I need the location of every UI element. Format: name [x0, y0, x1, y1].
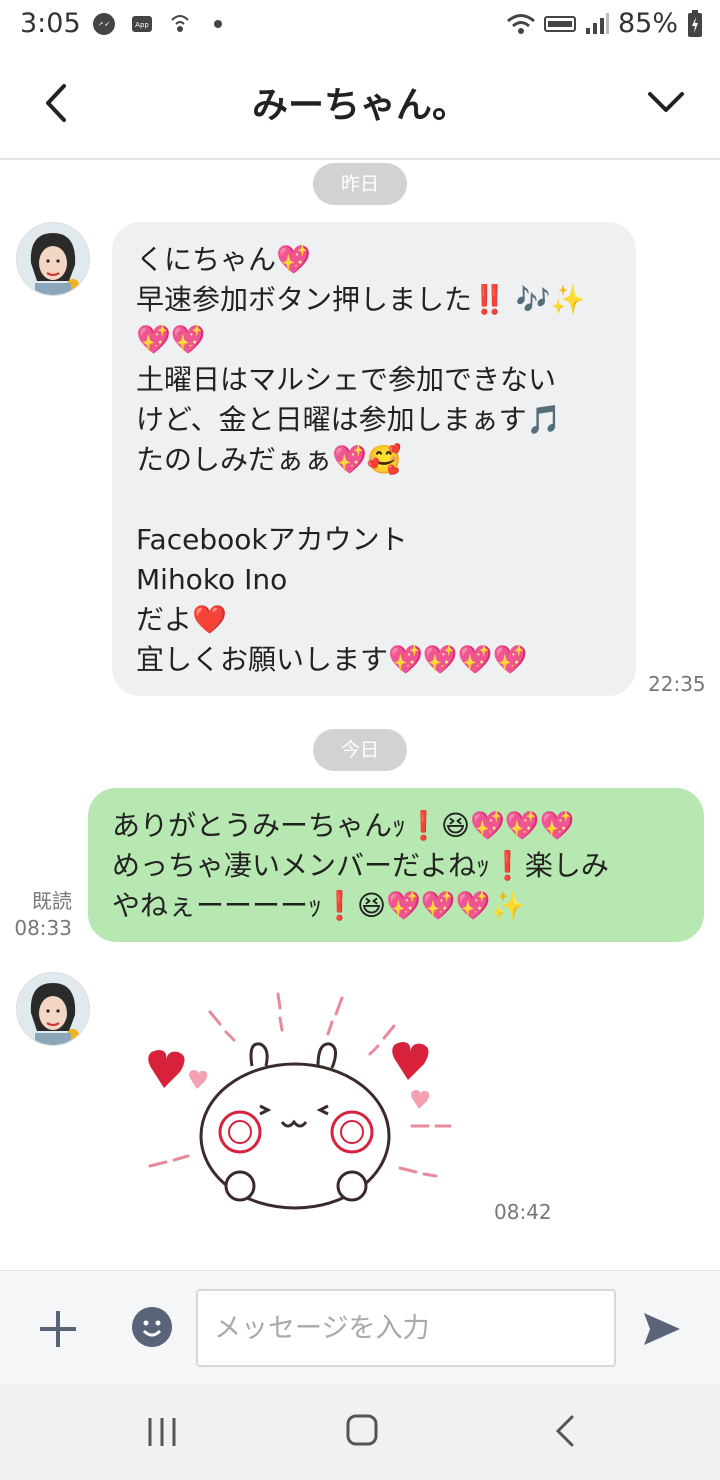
messenger-icon [93, 13, 115, 35]
wifi-calling-icon [171, 15, 189, 32]
message-line: くにちゃん💖 [136, 243, 311, 276]
incoming-message-bubble[interactable]: くにちゃん💖 早速参加ボタン押しました‼️ 🎶✨ 💖💖 土曜日はマルシェで参加で… [112, 222, 636, 696]
message-timestamp: 22:35 [648, 672, 706, 696]
send-icon[interactable] [640, 1307, 684, 1351]
nav-back-icon[interactable] [552, 1414, 578, 1448]
status-bar: 3:05 App 85% [0, 0, 720, 52]
system-nav-bar [0, 1384, 720, 1480]
message-line: やねぇーーーーｯ❗😆💖💖💖✨ [112, 889, 526, 922]
app-notification-icon: App [132, 16, 152, 32]
message-line: めっちゃ凄いメンバーだよねｯ❗楽しみ [112, 849, 609, 882]
message-line: Mihoko Ino [136, 563, 288, 596]
read-label: 既読 [32, 889, 72, 913]
message-timestamp: 08:42 [494, 1200, 552, 1224]
emoji-icon[interactable] [132, 1307, 172, 1347]
rabbit-sticker[interactable] [130, 986, 470, 1216]
chevron-down-icon[interactable] [644, 82, 688, 122]
battery-percent: 85% [617, 8, 678, 39]
wifi-icon [507, 13, 535, 34]
avatar[interactable] [16, 222, 90, 296]
read-receipt: 既読 08:33 [14, 888, 72, 942]
message-line: 宜しくお願いします💖💖💖💖 [136, 643, 528, 676]
message-line: 早速参加ボタン押しました‼️ 🎶✨ [136, 283, 586, 316]
status-time: 3:05 [20, 8, 81, 39]
volte-icon [543, 15, 576, 32]
message-line: ありがとうみーちゃんｯ❗😆💖💖💖 [112, 809, 575, 842]
date-separator-yesterday: 昨日 [313, 163, 407, 205]
home-icon[interactable] [346, 1414, 378, 1446]
plus-icon[interactable] [36, 1307, 80, 1351]
outgoing-message-bubble[interactable]: ありがとうみーちゃんｯ❗😆💖💖💖 めっちゃ凄いメンバーだよねｯ❗楽しみ やねぇー… [88, 788, 704, 942]
svg-text:App: App [135, 21, 149, 29]
dot-icon [214, 20, 222, 28]
message-input[interactable] [196, 1289, 616, 1367]
chat-header: みーちゃん。 [0, 52, 720, 160]
recent-apps-icon[interactable] [146, 1416, 178, 1448]
message-line-blank [136, 480, 612, 520]
message-line: 💖💖 [136, 323, 206, 356]
avatar-portrait-icon [17, 223, 89, 295]
avatar[interactable] [16, 972, 90, 1046]
chat-title: みーちゃん。 [251, 85, 468, 126]
battery-icon [688, 9, 702, 37]
avatar-portrait-icon [17, 973, 89, 1045]
signal-icon [585, 12, 609, 34]
message-line: 土曜日はマルシェで参加できない [136, 363, 557, 396]
message-line: だよ❤️ [136, 603, 227, 636]
message-input-bar [0, 1270, 720, 1385]
message-line: けど、金と日曜は参加しまぁす🎵 [136, 403, 562, 436]
message-line: たのしみだぁぁ💖🥰 [136, 443, 402, 476]
message-timestamp: 08:33 [14, 916, 72, 940]
date-separator-today: 今日 [313, 729, 407, 771]
message-line: Facebookアカウント [136, 523, 408, 556]
